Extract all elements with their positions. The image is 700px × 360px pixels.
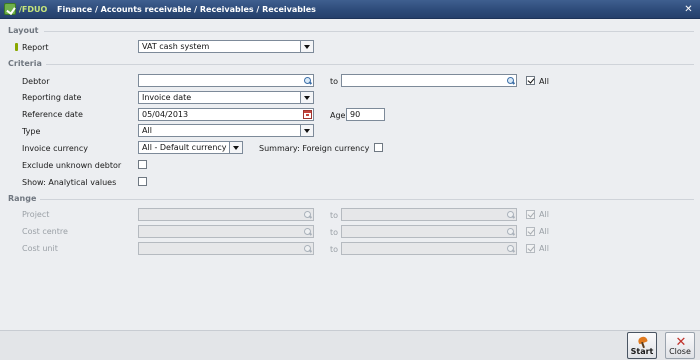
invoice-currency-label: Invoice currency: [22, 144, 88, 153]
chevron-down-icon[interactable]: [300, 125, 313, 136]
start-button-label: Start: [630, 347, 654, 356]
search-icon[interactable]: [302, 209, 313, 220]
age-label: Age: [330, 111, 346, 120]
range-all-label: All: [539, 244, 549, 253]
layout-section-header: Layout: [8, 26, 39, 35]
report-label: Report: [22, 43, 49, 52]
range-row-label: Cost centre: [22, 227, 68, 236]
reporting-date-label: Reporting date: [22, 93, 82, 102]
report-select[interactable]: VAT cash system: [138, 40, 314, 53]
type-select[interactable]: All: [138, 124, 314, 137]
invoice-currency-select[interactable]: All - Default currency: [138, 141, 243, 154]
summary-foreign-currency-label: Summary: Foreign currency: [259, 144, 370, 153]
range-to-label: to: [330, 211, 339, 220]
debtor-to-input[interactable]: [341, 74, 517, 87]
exclude-unknown-debtor-label: Exclude unknown debtor: [22, 161, 122, 170]
cost-centre-from-input[interactable]: [138, 225, 314, 238]
calendar-icon[interactable]: [303, 110, 312, 119]
range-section-header: Range: [8, 194, 37, 203]
form-panel: Layout Report VAT cash system Criteria D…: [0, 19, 700, 330]
search-icon[interactable]: [302, 226, 313, 237]
project-all-checkbox[interactable]: [526, 210, 535, 219]
close-button-label: Close: [669, 347, 691, 356]
search-icon[interactable]: [302, 243, 313, 254]
window-code: /FDUO: [19, 5, 48, 14]
type-label: Type: [22, 127, 41, 136]
project-to-input[interactable]: [341, 208, 517, 221]
reference-date-label: Reference date: [22, 110, 83, 119]
chevron-down-icon[interactable]: [300, 41, 313, 52]
cost-unit-from-input[interactable]: [138, 242, 314, 255]
search-icon[interactable]: [505, 243, 516, 254]
close-button[interactable]: ✕ Close: [665, 332, 695, 359]
range-row-label: Project: [22, 210, 50, 219]
search-icon[interactable]: [505, 226, 516, 237]
type-value: All: [142, 126, 152, 135]
summary-foreign-currency-checkbox[interactable]: [374, 143, 383, 152]
age-input[interactable]: 90: [346, 108, 385, 121]
project-from-input[interactable]: [138, 208, 314, 221]
range-all-label: All: [539, 210, 549, 219]
debtor-all-checkbox[interactable]: [526, 76, 535, 85]
search-icon[interactable]: [505, 209, 516, 220]
search-icon[interactable]: [505, 75, 516, 86]
show-analytical-label: Show: Analytical values: [22, 178, 117, 187]
search-icon[interactable]: [302, 75, 313, 86]
range-to-label: to: [330, 228, 339, 237]
cost-unit-to-input[interactable]: [341, 242, 517, 255]
layout-divider: [44, 31, 694, 32]
report-value: VAT cash system: [142, 42, 210, 51]
cost-centre-to-input[interactable]: [341, 225, 517, 238]
show-analytical-checkbox[interactable]: [138, 177, 147, 186]
title-bar: /FDUO Finance / Accounts receivable / Re…: [0, 0, 700, 19]
reference-date-value: 05/04/2013: [142, 110, 189, 119]
age-value: 90: [350, 110, 361, 119]
button-bar: Start ✕ Close: [0, 330, 700, 360]
debtor-all-label: All: [539, 77, 549, 86]
reporting-date-select[interactable]: Invoice date: [138, 91, 314, 104]
window-title: Finance / Accounts receivable / Receivab…: [57, 5, 316, 14]
chevron-down-icon[interactable]: [229, 142, 242, 153]
window-close-icon[interactable]: ✕: [683, 4, 694, 15]
range-to-label: to: [330, 245, 339, 254]
criteria-section-header: Criteria: [8, 59, 42, 68]
range-all-label: All: [539, 227, 549, 236]
range-row-label: Cost unit: [22, 244, 58, 253]
cost-unit-all-checkbox[interactable]: [526, 244, 535, 253]
required-mark: [15, 43, 18, 51]
reference-date-input[interactable]: 05/04/2013: [138, 108, 314, 121]
debtor-label: Debtor: [22, 77, 50, 86]
invoice-currency-value: All - Default currency: [142, 143, 227, 152]
start-button[interactable]: Start: [627, 332, 657, 359]
debtor-from-input[interactable]: [138, 74, 314, 87]
debtor-to-label: to: [330, 77, 339, 86]
range-divider: [40, 199, 694, 200]
app-check-icon: [4, 3, 16, 15]
exclude-unknown-debtor-checkbox[interactable]: [138, 160, 147, 169]
chevron-down-icon[interactable]: [300, 92, 313, 103]
criteria-divider: [46, 64, 694, 65]
reporting-date-value: Invoice date: [142, 93, 192, 102]
cost-centre-all-checkbox[interactable]: [526, 227, 535, 236]
